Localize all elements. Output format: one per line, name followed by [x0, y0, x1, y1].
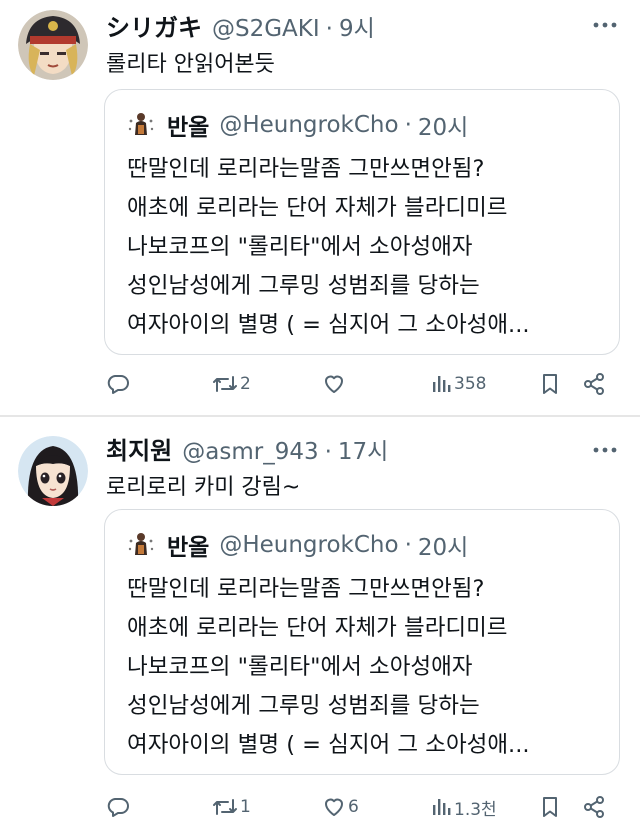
quoted-text-line: 성인남성에게 그루밍 성범죄를 당하는 — [127, 693, 480, 719]
views-count: 358 — [454, 374, 487, 394]
quoted-text-line: 성인남성에게 그루밍 성범죄를 당하는 — [127, 273, 480, 299]
tweet-header: シリガキ @S2GAKI · 9시 — [106, 8, 375, 42]
bookmark-button[interactable] — [538, 366, 562, 402]
retweet-count: 1 — [240, 797, 251, 817]
quoted-tweet-text: 딴말인데 로리라는말좀 그만쓰면안됨? 애초에 로리라는 단어 자체가 블라디미… — [127, 570, 607, 765]
separator-dot: · — [325, 16, 333, 42]
quoted-tweet-header: 반올 @HeungrokCho · 20시 — [127, 108, 468, 142]
quoted-text-line: 나보코프의 "롤리타"에서 소아성애자 — [127, 234, 473, 260]
retweet-icon — [212, 372, 238, 396]
retweet-button[interactable]: 1 — [212, 789, 251, 825]
more-icon[interactable] — [592, 437, 618, 463]
quoted-text-line: 애초에 로리라는 단어 자체가 블라디미르 — [127, 195, 508, 221]
quoted-text-line: 애초에 로리라는 단어 자체가 블라디미르 — [127, 615, 508, 641]
quoted-tweet[interactable]: 반올 @HeungrokCho · 20시 딴말인데 로리라는말좀 그만쓰면안됨… — [104, 509, 620, 775]
quoted-avatar[interactable] — [127, 531, 155, 559]
share-button[interactable] — [582, 366, 606, 402]
quoted-timestamp: 20시 — [417, 535, 469, 561]
display-name[interactable]: 최지원 — [106, 431, 172, 466]
retweet-count: 2 — [240, 374, 251, 394]
views-button[interactable]: 1.3천 — [430, 789, 497, 825]
separator-dot: · — [404, 112, 412, 138]
action-bar: 2 358 — [104, 366, 620, 402]
share-button[interactable] — [582, 789, 606, 825]
retweet-icon — [212, 795, 238, 819]
views-icon — [430, 795, 452, 819]
retweet-button[interactable]: 2 — [212, 366, 251, 402]
action-bar: 1 6 1.3천 — [104, 789, 620, 825]
like-count: 6 — [348, 797, 359, 817]
timestamp[interactable]: 9시 — [339, 9, 375, 43]
bookmark-icon — [538, 372, 562, 396]
quoted-tweet-header: 반올 @HeungrokCho · 20시 — [127, 528, 468, 562]
quoted-text-line: 여자아이의 별명 ( = 심지어 그 소아성애... — [127, 312, 530, 338]
bookmark-button[interactable] — [538, 789, 562, 825]
quoted-user-handle: @HeungrokCho — [219, 532, 399, 558]
bookmark-icon — [538, 795, 562, 819]
quoted-user-handle: @HeungrokCho — [219, 112, 399, 138]
views-icon — [430, 372, 452, 396]
quoted-text-line: 딴말인데 로리라는말좀 그만쓰면안됨? — [127, 576, 485, 602]
more-icon[interactable] — [592, 12, 618, 38]
separator-dot: · — [404, 532, 412, 558]
quoted-avatar[interactable] — [127, 111, 155, 139]
timestamp[interactable]: 17시 — [338, 432, 388, 466]
tweet[interactable]: 최지원 @asmr_943 · 17시 로리로리 카미 강림~ 반올 @Heun… — [0, 417, 640, 839]
views-count: 1.3천 — [454, 799, 497, 820]
quoted-display-name: 반올 — [167, 535, 210, 561]
share-icon — [582, 795, 606, 819]
quoted-display-name: 반올 — [167, 115, 210, 141]
display-name[interactable]: シリガキ — [106, 8, 202, 43]
like-button[interactable]: 6 — [322, 789, 359, 825]
like-icon — [322, 795, 346, 819]
quoted-timestamp: 20시 — [417, 115, 469, 141]
avatar[interactable] — [18, 436, 88, 506]
reply-button[interactable] — [106, 366, 132, 402]
like-icon — [322, 372, 346, 396]
avatar[interactable] — [18, 10, 88, 80]
like-button[interactable] — [322, 366, 348, 402]
tweet-header: 최지원 @asmr_943 · 17시 — [106, 431, 388, 465]
user-handle[interactable]: @S2GAKI — [212, 16, 320, 42]
tweet[interactable]: シリガキ @S2GAKI · 9시 롤리타 안읽어본듯 반올 @Heungrok… — [0, 0, 640, 416]
tweet-text: 로리로리 카미 강림~ — [106, 475, 301, 500]
quoted-text-line: 여자아이의 별명 ( = 심지어 그 소아성애... — [127, 732, 530, 758]
reply-button[interactable] — [106, 789, 132, 825]
reply-icon — [106, 372, 130, 396]
quoted-text-line: 딴말인데 로리라는말좀 그만쓰면안됨? — [127, 156, 485, 182]
share-icon — [582, 372, 606, 396]
tweet-text: 롤리타 안읽어본듯 — [106, 52, 275, 77]
quoted-tweet[interactable]: 반올 @HeungrokCho · 20시 딴말인데 로리라는말좀 그만쓰면안됨… — [104, 89, 620, 355]
views-button[interactable]: 358 — [430, 366, 486, 402]
reply-icon — [106, 795, 130, 819]
separator-dot: · — [324, 439, 332, 465]
user-handle[interactable]: @asmr_943 — [182, 439, 318, 465]
quoted-text-line: 나보코프의 "롤리타"에서 소아성애자 — [127, 654, 473, 680]
quoted-tweet-text: 딴말인데 로리라는말좀 그만쓰면안됨? 애초에 로리라는 단어 자체가 블라디미… — [127, 150, 607, 345]
